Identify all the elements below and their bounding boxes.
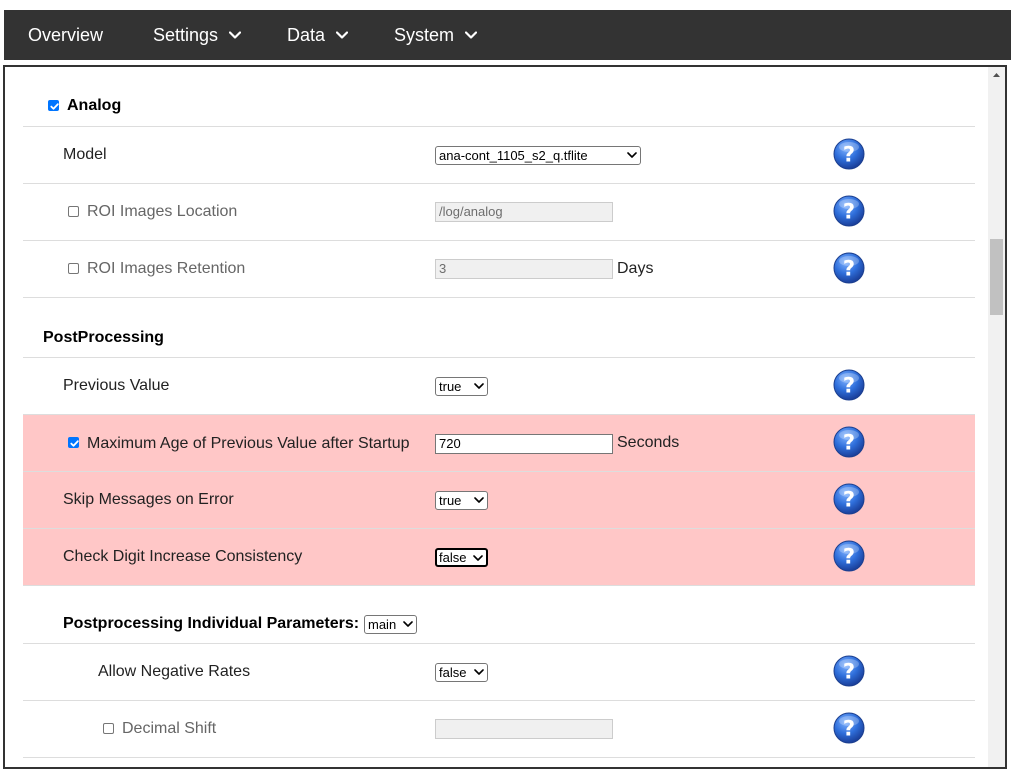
decimal-shift-input[interactable] (435, 719, 613, 739)
chevron-down-icon (627, 152, 637, 158)
previous-value-select[interactable]: true (435, 377, 488, 396)
nav-data-label: Data (287, 25, 326, 45)
roi-location-row: ROI Images Location /log/analog (23, 184, 975, 241)
postprocessing-title: PostProcessing (43, 329, 164, 346)
help-question-icon[interactable] (833, 712, 865, 744)
max-age-row: Maximum Age of Previous Value after Star… (23, 415, 975, 472)
roi-retention-input[interactable]: 3 (435, 259, 613, 279)
individual-parameters-label: Postprocessing Individual Parameters: (63, 615, 360, 632)
individual-parameters-select-value: main (368, 617, 397, 632)
chevron-down-icon (229, 31, 241, 39)
max-age-input[interactable]: 720 (435, 434, 613, 454)
max-age-unit: Seconds (617, 434, 680, 451)
max-age-label: Maximum Age of Previous Value after Star… (87, 435, 410, 452)
model-label: Model (63, 146, 107, 163)
help-question-icon[interactable] (833, 655, 865, 687)
check-digit-row: Check Digit Increase Consistency false (23, 529, 975, 586)
nav-settings-menu[interactable]: Settings (153, 10, 241, 60)
nav-overview[interactable]: Overview (28, 10, 103, 60)
roi-location-label: ROI Images Location (87, 203, 238, 220)
check-digit-select[interactable]: false (435, 548, 488, 567)
roi-retention-row: ROI Images Retention 3 Days (23, 241, 975, 298)
decimal-shift-checkbox[interactable] (103, 723, 114, 734)
skip-messages-select[interactable]: true (435, 491, 488, 510)
help-question-icon[interactable] (833, 138, 865, 170)
chevron-down-icon (465, 31, 477, 39)
individual-parameters-row: Postprocessing Individual Parameters: ma… (23, 586, 975, 644)
skip-messages-select-value: true (439, 493, 462, 508)
skip-messages-row: Skip Messages on Error true (23, 472, 975, 529)
decimal-shift-label: Decimal Shift (122, 720, 217, 737)
check-digit-label: Check Digit Increase Consistency (63, 548, 303, 565)
allow-negative-select-value: false (439, 665, 467, 680)
chevron-down-icon (474, 383, 484, 389)
skip-messages-label: Skip Messages on Error (63, 491, 234, 508)
chevron-down-icon (403, 621, 413, 627)
max-age-checkbox[interactable] (68, 437, 79, 448)
analog-title: Analog (67, 97, 122, 114)
previous-value-label: Previous Value (63, 377, 170, 394)
help-question-icon[interactable] (833, 483, 865, 515)
scroll-up-arrow-icon[interactable] (988, 67, 1005, 84)
top-navbar: Overview Settings Data System (4, 10, 1011, 60)
roi-location-input[interactable]: /log/analog (435, 202, 613, 222)
analog-section-header: Analog (23, 67, 975, 127)
nav-system-menu[interactable]: System (394, 10, 477, 60)
checkmark-icon (69, 438, 80, 449)
model-select[interactable]: ana-cont_1105_s2_q.tflite (435, 146, 641, 165)
roi-retention-checkbox[interactable] (68, 263, 79, 274)
help-question-icon[interactable] (833, 369, 865, 401)
scroll-thumb[interactable] (990, 239, 1003, 315)
postprocessing-section-header: PostProcessing (23, 298, 975, 358)
nav-data-menu[interactable]: Data (287, 10, 348, 60)
decimal-shift-row: Decimal Shift (23, 701, 975, 758)
help-question-icon[interactable] (833, 540, 865, 572)
nav-overview-label: Overview (28, 25, 104, 45)
checkmark-icon (49, 101, 60, 112)
model-select-value: ana-cont_1105_s2_q.tflite (439, 148, 588, 163)
help-question-icon[interactable] (833, 195, 865, 227)
previous-value-select-value: true (439, 379, 462, 394)
chevron-down-icon (336, 31, 348, 39)
help-question-icon[interactable] (833, 252, 865, 284)
allow-negative-label: Allow Negative Rates (98, 663, 251, 680)
nav-system-label: System (394, 25, 455, 45)
model-row: Model ana-cont_1105_s2_q.tflite (23, 127, 975, 184)
roi-retention-unit: Days (617, 260, 654, 277)
vertical-scrollbar[interactable] (988, 67, 1005, 767)
check-digit-select-value: false (439, 550, 467, 565)
allow-negative-row: Allow Negative Rates false (23, 644, 975, 701)
roi-location-checkbox[interactable] (68, 206, 79, 217)
analog-enable-checkbox[interactable] (48, 100, 59, 111)
chevron-down-icon (474, 669, 484, 675)
help-question-icon[interactable] (833, 426, 865, 458)
chevron-down-icon (473, 555, 483, 561)
previous-value-row: Previous Value true (23, 358, 975, 415)
config-frame: Analog Model ana-cont_1105_s2_q.tflite R… (3, 65, 1007, 769)
roi-retention-label: ROI Images Retention (87, 260, 246, 277)
chevron-down-icon (474, 497, 484, 503)
individual-parameters-select[interactable]: main (364, 615, 417, 634)
nav-settings-label: Settings (153, 25, 219, 45)
allow-negative-select[interactable]: false (435, 663, 488, 682)
